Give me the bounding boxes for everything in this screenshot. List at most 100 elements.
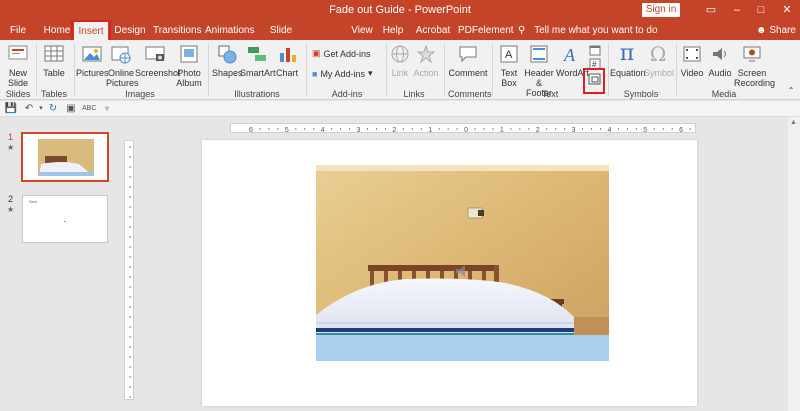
pictures-button[interactable]: Pictures	[76, 42, 109, 78]
video-button[interactable]: Video	[678, 42, 706, 78]
sign-in-button[interactable]: Sign in	[642, 3, 680, 17]
group-separator	[74, 44, 75, 96]
group-separator	[386, 44, 387, 96]
photo-album-button[interactable]: Photo Album	[174, 42, 204, 88]
start-from-beginning-icon[interactable]: ▣	[64, 102, 78, 116]
group-separator	[306, 44, 307, 96]
thumbnail-dot	[64, 221, 66, 222]
online-pictures-button[interactable]: Online Pictures	[106, 42, 139, 88]
group-tables-label: Tables	[40, 89, 67, 99]
lightbulb-icon: ⚲	[518, 25, 526, 36]
wordart-label: WordArt	[556, 68, 589, 78]
chart-label: Chart	[275, 68, 298, 78]
group-separator	[208, 44, 209, 96]
my-addins-label: My Add-ins	[320, 68, 365, 79]
group-separator	[36, 44, 37, 96]
ruler-label: 5	[643, 127, 647, 133]
ruler-label: 6	[249, 127, 253, 133]
tab-animations[interactable]: Animations	[205, 21, 254, 40]
text-box-icon: A	[497, 42, 521, 66]
tab-home[interactable]: Home	[42, 21, 72, 40]
photo-album-label: Photo Album	[176, 68, 202, 88]
table-icon	[42, 42, 66, 66]
save-icon[interactable]: 💾	[4, 102, 18, 116]
smartart-button[interactable]: SmartArt	[240, 42, 276, 78]
tab-insert[interactable]: Insert	[71, 20, 111, 44]
ruler-label: 2	[536, 127, 540, 133]
equation-button[interactable]: π Equation	[610, 41, 646, 79]
tab-acrobat[interactable]: Acrobat	[414, 21, 452, 40]
slide-number: 1	[8, 132, 14, 142]
vertical-scrollbar[interactable]: ▲	[788, 117, 800, 411]
symbol-button[interactable]: Ω Symbol	[644, 42, 675, 78]
title-bar: Fade out Guide - PowerPoint Sign in ▭ – …	[0, 0, 800, 21]
online-pictures-label: Online Pictures	[106, 68, 139, 88]
tab-pdfelement[interactable]: PDFelement	[458, 21, 514, 40]
comment-icon	[456, 42, 480, 66]
text-box-button[interactable]: A Text Box	[496, 42, 522, 88]
minimize-icon[interactable]: –	[726, 2, 748, 18]
tab-design[interactable]: Design	[114, 21, 146, 40]
ruler-label: 5	[285, 127, 289, 133]
shapes-button[interactable]: Shapes	[212, 42, 243, 78]
slide-thumbnail-1[interactable]	[21, 132, 109, 182]
ruler-label: 3	[572, 127, 576, 133]
ribbon-display-options-icon[interactable]: ▭	[700, 2, 722, 18]
new-slide-button[interactable]: New Slide	[4, 42, 32, 88]
screen-recording-button[interactable]: Screen Recording	[734, 42, 776, 88]
chart-icon	[275, 42, 299, 66]
group-addins-label: Add-ins	[331, 89, 363, 99]
customize-toolbar-icon[interactable]: ▿	[100, 102, 114, 116]
spelling-icon[interactable]: ABC	[82, 102, 96, 116]
share-button[interactable]: ☻ Share	[756, 21, 796, 40]
group-slides-label: Slides	[5, 89, 31, 99]
window-title: Fade out Guide - PowerPoint	[329, 4, 471, 16]
group-symbols-label: Symbols	[623, 89, 659, 99]
equation-label: Equation	[610, 68, 646, 78]
screenshot-icon	[143, 42, 167, 66]
pi-icon: π	[619, 41, 635, 66]
group-images-label: Images	[125, 89, 155, 99]
collapse-ribbon-icon[interactable]: ⌃	[786, 86, 796, 96]
pictures-icon	[80, 42, 104, 66]
share-label: Share	[769, 25, 796, 36]
header-footer-icon	[527, 42, 551, 66]
wordart-button[interactable]: A WordArt	[556, 42, 589, 78]
video-label: Video	[680, 68, 704, 78]
wordart-icon: A	[559, 42, 583, 66]
tab-help[interactable]: Help	[382, 21, 404, 40]
online-pictures-icon	[109, 42, 133, 66]
audio-button[interactable]: Audio	[706, 42, 734, 78]
action-button[interactable]: Action	[412, 42, 440, 78]
tell-me-search[interactable]: ⚲ Tell me what you want to do	[518, 21, 658, 40]
screenshot-button[interactable]: Screenshot	[135, 42, 181, 78]
symbol-label: Symbol	[644, 68, 675, 78]
maximize-icon[interactable]: □	[750, 2, 772, 18]
bedroom-picture[interactable]	[316, 165, 609, 361]
get-addins-button[interactable]: ▣ Get Add-ins	[312, 48, 371, 59]
group-separator	[608, 44, 609, 96]
scroll-up-icon[interactable]: ▲	[790, 119, 797, 126]
comment-button[interactable]: Comment	[448, 42, 488, 78]
date-time-button[interactable]	[588, 44, 602, 58]
table-button[interactable]: Table	[40, 42, 68, 78]
text-box-label: Text Box	[500, 68, 518, 88]
tab-transitions[interactable]: Transitions	[153, 21, 202, 40]
my-addins-button[interactable]: ■ My Add-ins ▾	[312, 68, 373, 79]
tab-slide-show[interactable]: Slide Show	[259, 21, 303, 55]
smartart-icon	[245, 42, 269, 66]
action-label: Action	[413, 68, 439, 78]
close-icon[interactable]: ✕	[776, 2, 798, 18]
slide-thumbnail-2[interactable]: Next	[22, 195, 108, 243]
chart-button[interactable]: Chart	[274, 42, 300, 78]
tab-view[interactable]: View	[349, 21, 375, 40]
screen-recording-label: Screen Recording	[734, 68, 776, 88]
new-slide-label: New Slide	[7, 68, 28, 88]
group-media-label: Media	[711, 89, 737, 99]
tab-file[interactable]: File	[6, 21, 30, 40]
redo-icon[interactable]: ↻	[46, 102, 60, 116]
store-icon: ▣	[312, 48, 321, 58]
slide-number: 2	[8, 194, 14, 204]
link-button[interactable]: Link	[388, 42, 412, 78]
screenshot-label: Screenshot	[135, 68, 181, 78]
